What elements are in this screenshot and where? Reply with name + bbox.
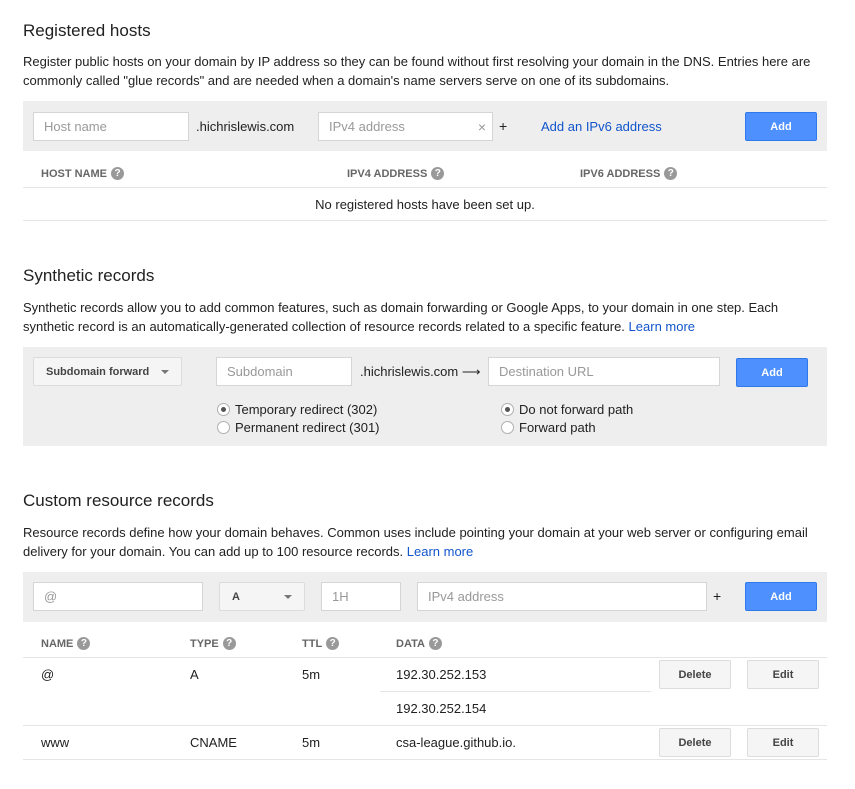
destination-url-input[interactable]: Destination URL — [488, 357, 720, 386]
record-type-dropdown[interactable]: A — [219, 582, 305, 611]
record-name: @ — [41, 667, 55, 682]
column-host-name: HOST NAME? — [41, 167, 124, 180]
record-name-input[interactable]: @ — [33, 582, 203, 611]
host-domain-suffix: .hichrislewis.com — [196, 119, 295, 134]
column-ipv4-address: IPV4 ADDRESS? — [347, 167, 445, 180]
do-not-forward-path-radio[interactable] — [501, 403, 514, 416]
record-data-input[interactable]: IPv4 address — [417, 582, 707, 611]
add-synthetic-button[interactable]: Add — [736, 358, 808, 387]
edit-button[interactable]: Edit — [747, 728, 819, 757]
subdomain-input[interactable]: Subdomain — [216, 357, 352, 386]
delete-button[interactable]: Delete — [659, 660, 731, 689]
plus-icon: + — [713, 588, 722, 604]
divider — [23, 220, 827, 221]
permanent-redirect-radio[interactable] — [217, 421, 230, 434]
ttl-input[interactable]: 1H — [321, 582, 401, 611]
host-name-input[interactable]: Host name — [33, 112, 189, 141]
divider — [380, 691, 651, 692]
column-type: TYPE? — [190, 637, 236, 650]
synthetic-domain-suffix: .hichrislewis.com ⟶ — [360, 364, 481, 379]
divider — [23, 759, 827, 760]
help-icon[interactable]: ? — [664, 167, 678, 180]
help-icon[interactable]: ? — [431, 167, 445, 180]
forward-path-radio[interactable] — [501, 421, 514, 434]
help-icon[interactable]: ? — [326, 637, 340, 650]
column-name: NAME? — [41, 637, 91, 650]
column-ttl: TTL? — [302, 637, 340, 650]
plus-icon: + — [499, 118, 508, 134]
divider — [23, 725, 827, 726]
host-ipv4-input[interactable]: IPv4 address × — [318, 112, 493, 141]
record-type: CNAME — [190, 735, 237, 750]
record-name: www — [41, 735, 70, 750]
add-host-button[interactable]: Add — [745, 112, 817, 141]
divider — [23, 187, 827, 188]
forward-path-label: Forward path — [519, 420, 596, 435]
arrow-right-icon: ⟶ — [461, 364, 481, 379]
record-data: 192.30.252.154 — [396, 701, 487, 716]
learn-more-link[interactable]: Learn more — [629, 319, 695, 334]
custom-records-title: Custom resource records — [23, 491, 214, 510]
divider — [23, 657, 827, 658]
edit-button[interactable]: Edit — [747, 660, 819, 689]
synthetic-type-dropdown[interactable]: Subdomain forward — [33, 357, 182, 386]
record-ttl: 5m — [302, 735, 321, 750]
help-icon[interactable]: ? — [77, 637, 91, 650]
record-type: A — [190, 667, 199, 682]
do-not-forward-path-label: Do not forward path — [519, 402, 634, 417]
clear-icon[interactable]: × — [478, 119, 486, 135]
column-ipv6-address: IPV6 ADDRESS? — [580, 167, 678, 180]
add-record-button[interactable]: Add — [745, 582, 817, 611]
learn-more-link[interactable]: Learn more — [407, 544, 473, 559]
add-ipv6-link[interactable]: Add an IPv6 address — [541, 119, 662, 134]
help-icon[interactable]: ? — [222, 637, 236, 650]
record-data: csa-league.github.io. — [396, 735, 516, 750]
temporary-redirect-radio[interactable] — [217, 403, 230, 416]
help-icon[interactable]: ? — [111, 167, 124, 180]
column-data: DATA? — [396, 637, 442, 650]
record-data: 192.30.252.153 — [396, 667, 487, 682]
delete-button[interactable]: Delete — [659, 728, 731, 757]
registered-hosts-title: Registered hosts — [23, 21, 151, 40]
no-hosts-message: No registered hosts have been set up. — [315, 197, 535, 212]
chevron-down-icon — [161, 369, 169, 374]
registered-hosts-description: Register public hosts on your domain by … — [23, 54, 811, 88]
chevron-down-icon — [284, 594, 292, 599]
permanent-redirect-label: Permanent redirect (301) — [235, 420, 380, 435]
synthetic-records-title: Synthetic records — [23, 266, 155, 285]
custom-records-description: Resource records define how your domain … — [23, 525, 808, 559]
help-icon[interactable]: ? — [428, 637, 442, 650]
record-ttl: 5m — [302, 667, 321, 682]
synthetic-records-description: Synthetic records allow you to add commo… — [23, 300, 779, 334]
temporary-redirect-label: Temporary redirect (302) — [235, 402, 378, 417]
